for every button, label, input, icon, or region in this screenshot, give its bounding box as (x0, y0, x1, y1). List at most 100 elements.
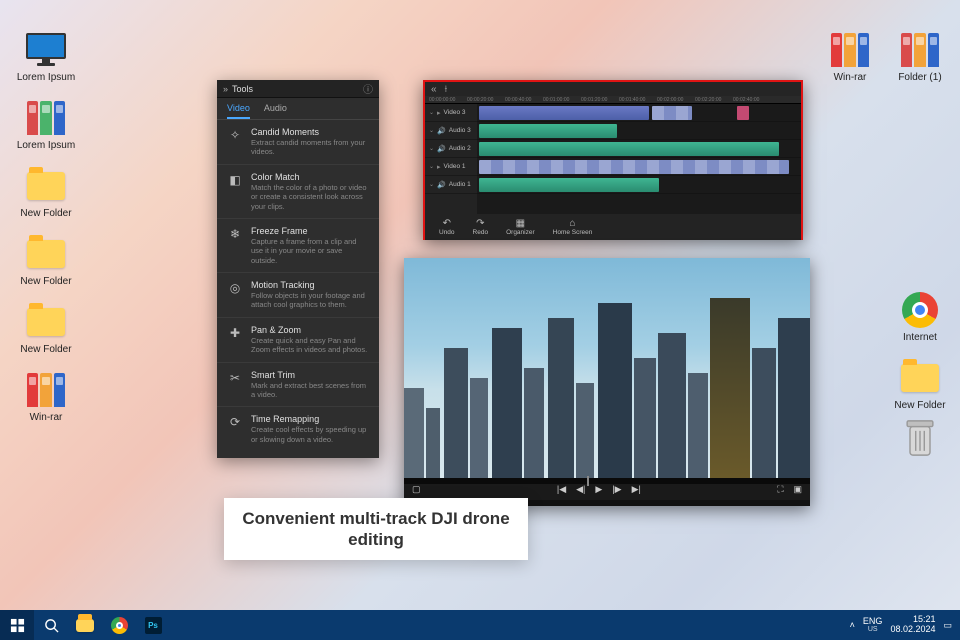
tool-desc: Mark and extract best scenes from a vide… (251, 381, 369, 400)
desktop-icon-trash[interactable] (890, 420, 950, 462)
start-button[interactable] (0, 610, 34, 640)
desktop-icon-binder[interactable]: Win-rar (820, 30, 880, 83)
track-row[interactable] (477, 104, 801, 122)
track-row[interactable] (477, 122, 801, 140)
desktop-icon-label: New Folder (20, 344, 71, 355)
timeline-organizer-button[interactable]: ▦Organizer (506, 219, 535, 236)
desktop-icon-monitor[interactable]: Lorem Ipsum (16, 30, 76, 83)
ruler-tick: 00:00:20:00 (467, 97, 493, 103)
desktop-icon-label: Win-rar (834, 72, 867, 83)
tool-desc: Capture a frame from a clip and use it i… (251, 237, 369, 265)
monitor-icon (24, 30, 68, 70)
help-icon[interactable]: ⓘ (363, 81, 373, 96)
binder-icon (898, 30, 942, 70)
clip[interactable] (479, 160, 789, 174)
ruler-tick: 00:00:00:00 (429, 97, 455, 103)
ruler-tick: 00:01:00:00 (543, 97, 569, 103)
folder-icon (24, 234, 68, 274)
chevron-down-icon: ⌄ (429, 127, 434, 134)
folder-icon (898, 358, 942, 398)
desktop-icon-folder[interactable]: New Folder (16, 166, 76, 219)
tray-clock[interactable]: 15:21 08.02.2024 (890, 615, 935, 635)
timeline-panel: « ⟊ 00:00:00:0000:00:20:0000:00:40:0000:… (423, 80, 803, 240)
search-icon[interactable] (34, 610, 68, 640)
tool-desc: Create quick and easy Pan and Zoom effec… (251, 336, 369, 355)
binder-icon (828, 30, 872, 70)
binder-icon (24, 98, 68, 138)
prev-clip-icon[interactable]: |◀ (557, 484, 566, 495)
track-row[interactable] (477, 140, 801, 158)
track-label[interactable]: ⌄▸Video 3 (425, 104, 477, 122)
tool-icon: ✧ (227, 127, 243, 143)
play-icon[interactable]: ▶ (595, 484, 602, 495)
track-labels: ⌄▸Video 3⌄🔊Audio 3⌄🔊Audio 2⌄▸Video 1⌄🔊Au… (425, 104, 477, 214)
tray-notifications-icon[interactable]: ▭ (943, 620, 952, 631)
tools-tabs: Video Audio (217, 98, 379, 120)
tool-title: Smart Trim (251, 370, 369, 380)
taskbar-photoshop-icon[interactable]: Ps (136, 610, 170, 640)
ruler-tick: 00:00:40:00 (505, 97, 531, 103)
desktop-icon-binder[interactable]: Folder (1) (890, 30, 950, 83)
ruler-tick: 00:02:00:00 (657, 97, 683, 103)
chrome-icon (898, 290, 942, 330)
next-clip-icon[interactable]: ▶| (632, 484, 641, 495)
track-area[interactable] (477, 104, 801, 214)
step-back-icon[interactable]: ◀| (576, 484, 585, 495)
timeline-redo-button[interactable]: ↷Redo (473, 219, 489, 236)
safe-zone-icon[interactable]: ▣ (794, 484, 803, 495)
tool-item[interactable]: ◧Color MatchMatch the color of a photo o… (217, 165, 379, 219)
folder-icon (24, 166, 68, 206)
tool-item[interactable]: ✂ Smart TrimMark and extract best scenes … (217, 363, 379, 408)
taskbar-explorer-icon[interactable] (68, 610, 102, 640)
tray-language[interactable]: ENG (863, 617, 883, 626)
tool-icon: ✂ (227, 370, 243, 386)
timeline-ruler[interactable]: 00:00:00:00 00:00:20:00 00:00:40:00 00:01:0… (425, 96, 801, 104)
track-label[interactable]: ⌄▸Video 1 (425, 158, 477, 176)
tool-item[interactable]: ⟳Time RemappingCreate cool effects by sp… (217, 407, 379, 451)
track-label[interactable]: ⌄🔊Audio 3 (425, 122, 477, 140)
clip-mode-icon[interactable]: ▢ (412, 484, 421, 495)
clip[interactable] (479, 124, 617, 138)
tools-header: » Tools ⓘ (217, 80, 379, 98)
clip[interactable] (479, 106, 649, 120)
trash-icon (898, 420, 942, 460)
tool-icon: ✚ (227, 325, 243, 341)
clip[interactable] (479, 178, 659, 192)
tool-item[interactable]: ✚Pan & ZoomCreate quick and easy Pan and… (217, 318, 379, 363)
transition-clip[interactable] (737, 106, 749, 120)
desktop-icon-binder[interactable]: Lorem Ipsum (16, 98, 76, 151)
fullscreen-icon[interactable]: ⛶ (777, 484, 783, 495)
desktop-icon-folder[interactable]: New Folder (890, 358, 950, 411)
tool-item[interactable]: ◎Motion TrackingFollow objects in your f… (217, 273, 379, 318)
track-row[interactable] (477, 176, 801, 194)
desktop-icon-label: Win-rar (30, 412, 63, 423)
desktop-icon-folder[interactable]: New Folder (16, 234, 76, 287)
speaker-icon: 🔊 (437, 145, 446, 153)
step-fwd-icon[interactable]: |▶ (612, 484, 621, 495)
desktop-icon-label: New Folder (894, 400, 945, 411)
track-label[interactable]: ⌄🔊Audio 2 (425, 140, 477, 158)
desktop-icon-chrome[interactable]: Internet (890, 290, 950, 343)
track-label[interactable]: ⌄🔊Audio 1 (425, 176, 477, 194)
speaker-icon: 🔊 (437, 127, 446, 135)
track-row[interactable] (477, 158, 801, 176)
timeline-back-icon[interactable]: « (431, 84, 437, 95)
tab-video[interactable]: Video (227, 103, 250, 119)
tool-title: Time Remapping (251, 414, 369, 424)
chevron-right-icon: » (223, 84, 228, 94)
timeline-marker-icon[interactable]: ⟊ (445, 84, 448, 95)
tool-item[interactable]: ✧Candid MomentsExtract candid moments fr… (217, 120, 379, 165)
preview-scrubber[interactable] (404, 478, 810, 484)
clip[interactable] (479, 142, 779, 156)
tab-audio[interactable]: Audio (264, 103, 287, 119)
tool-item[interactable]: ❄Freeze FrameCapture a frame from a clip… (217, 219, 379, 273)
speaker-icon: 🔊 (437, 181, 446, 189)
desktop-icon-binder[interactable]: Win-rar (16, 370, 76, 423)
tray-chevron-icon[interactable]: ˄ (850, 620, 855, 630)
tool-desc: Match the color of a photo or video or c… (251, 183, 369, 211)
taskbar-chrome-icon[interactable] (102, 610, 136, 640)
desktop-icon-folder[interactable]: New Folder (16, 302, 76, 355)
timeline-home-screen-button[interactable]: ⌂Home Screen (553, 219, 593, 236)
clip[interactable] (652, 106, 692, 120)
timeline-undo-button[interactable]: ↶Undo (439, 219, 455, 236)
